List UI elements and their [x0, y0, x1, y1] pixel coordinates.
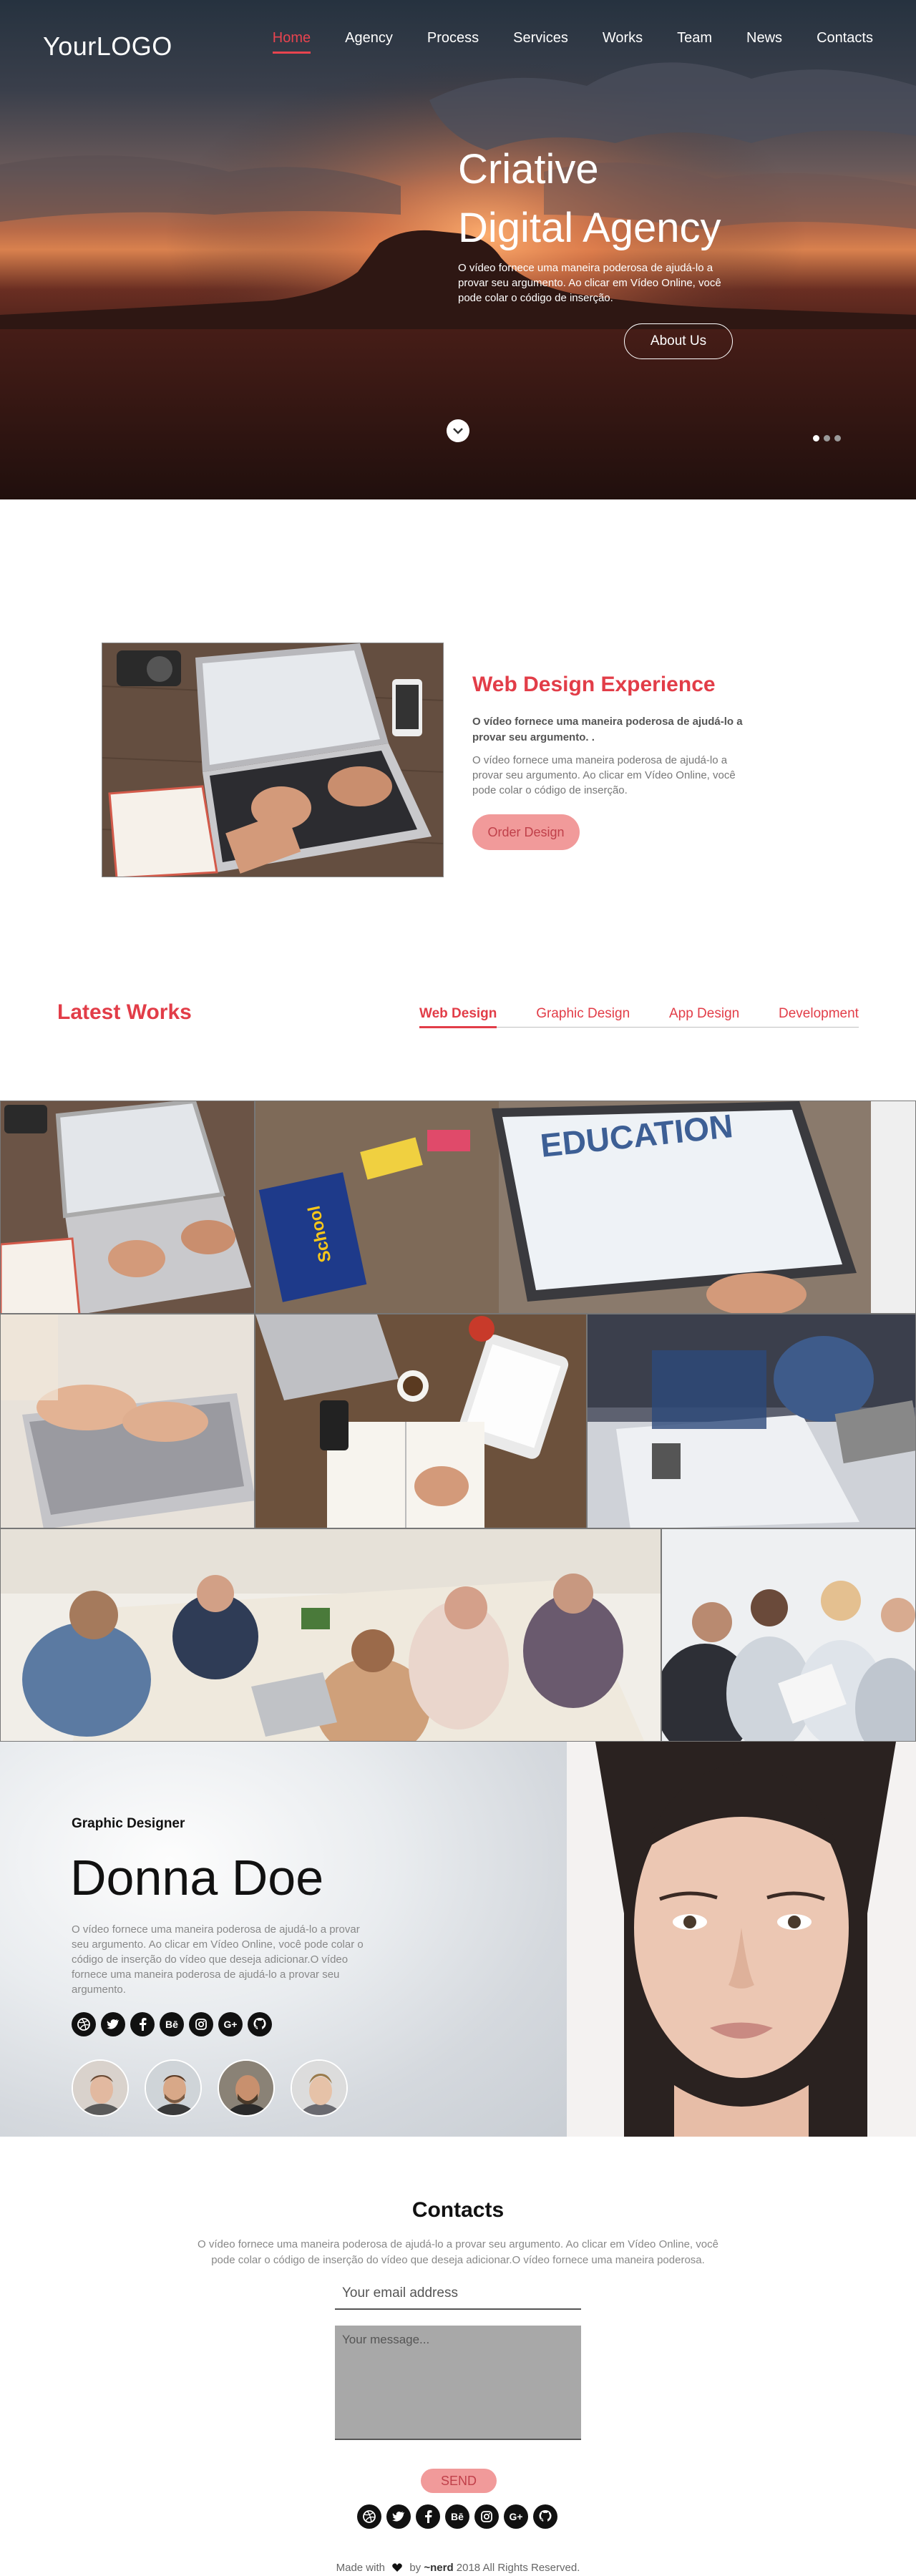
instagram-icon[interactable] — [189, 2012, 213, 2036]
about-us-button[interactable]: About Us — [624, 323, 733, 359]
behance-icon[interactable]: Bē — [445, 2504, 469, 2529]
works-title: Latest Works — [57, 1000, 192, 1024]
slider-dot-2[interactable] — [824, 435, 830, 441]
contacts-title: Contacts — [411, 2198, 505, 2222]
slider-dot-1[interactable] — [813, 435, 819, 441]
footer-credits: Made with by ~nerd 2018 All Rights Reser… — [0, 2562, 916, 2574]
laptop-photo — [102, 643, 444, 877]
twitter-icon[interactable] — [386, 2504, 411, 2529]
work-item-education[interactable]: EDUCATION School — [255, 1101, 916, 1314]
profile-role: Graphic Designer — [72, 1816, 185, 1831]
hero-title-line1: Criative — [458, 146, 599, 192]
dribbble-icon[interactable] — [72, 2012, 96, 2036]
profile-bio: O vídeo fornece uma maneira poderosa de … — [72, 1923, 364, 1996]
work-item-team-meeting[interactable] — [0, 1528, 661, 1742]
work-item-typing[interactable] — [0, 1314, 255, 1528]
nav-item-works[interactable]: Works — [603, 27, 643, 54]
nav-item-contacts[interactable]: Contacts — [817, 27, 873, 54]
main-nav: Home Agency Process Services Works Team … — [238, 27, 873, 54]
tab-graphic-design[interactable]: Graphic Design — [536, 1006, 630, 1027]
dribbble-icon[interactable] — [357, 2504, 381, 2529]
footer-by: by — [409, 2562, 422, 2574]
twitter-icon[interactable] — [101, 2012, 125, 2036]
nav-item-news[interactable]: News — [746, 27, 782, 54]
facebook-icon[interactable] — [416, 2504, 440, 2529]
chevron-down-icon — [453, 428, 463, 434]
hero-title-line2: Digital Agency — [458, 205, 721, 251]
avatar[interactable] — [291, 2059, 348, 2117]
work-item-laptop[interactable] — [0, 1101, 255, 1314]
tab-development[interactable]: Development — [779, 1006, 859, 1027]
message-field[interactable] — [335, 2326, 581, 2440]
google-plus-icon[interactable]: G+ — [504, 2504, 528, 2529]
work-item-business-team[interactable] — [661, 1528, 916, 1742]
team-avatars — [72, 2059, 348, 2117]
profile-social-links: Bē G+ — [72, 2012, 272, 2036]
hero-title: Criative Digital Agency — [458, 140, 721, 258]
work-item-notebook[interactable] — [255, 1314, 587, 1528]
contacts-text: O vídeo fornece uma maneira poderosa de … — [198, 2238, 718, 2266]
footer-author[interactable]: ~nerd — [424, 2562, 453, 2574]
avatar[interactable] — [218, 2059, 275, 2117]
nav-item-process[interactable]: Process — [427, 27, 479, 54]
profile-name: Donna Doe — [70, 1850, 324, 1906]
nav-item-home[interactable]: Home — [272, 27, 311, 54]
nav-item-agency[interactable]: Agency — [345, 27, 393, 54]
experience-subtitle: O vídeo fornece uma maneira poderosa de … — [472, 716, 743, 743]
work-item-office-desk[interactable] — [587, 1314, 916, 1528]
nav-item-team[interactable]: Team — [677, 27, 712, 54]
heart-icon — [392, 2563, 402, 2572]
email-field[interactable] — [335, 2278, 581, 2310]
works-tabs: Web Design Graphic Design App Design Dev… — [419, 1006, 859, 1028]
facebook-icon[interactable] — [130, 2012, 155, 2036]
experience-text: O vídeo fornece uma maneira poderosa de … — [472, 754, 736, 796]
slider-dot-3[interactable] — [834, 435, 841, 441]
tab-app-design[interactable]: App Design — [669, 1006, 739, 1027]
slider-dots — [813, 435, 841, 441]
github-icon[interactable] — [248, 2012, 272, 2036]
order-design-button[interactable]: Order Design — [472, 814, 580, 850]
github-icon[interactable] — [533, 2504, 557, 2529]
avatar[interactable] — [145, 2059, 202, 2117]
footer-rights: 2018 All Rights Reserved. — [456, 2562, 580, 2574]
logo[interactable]: YourLOGO — [43, 31, 172, 62]
hero-text: O vídeo fornece uma maneira poderosa de … — [458, 262, 721, 304]
google-plus-icon[interactable]: G+ — [218, 2012, 243, 2036]
hero-section: YourLOGO Home Agency Process Services Wo… — [0, 0, 916, 499]
tab-web-design[interactable]: Web Design — [419, 1006, 497, 1028]
send-button[interactable]: SEND — [421, 2469, 497, 2493]
profile-portrait-photo — [567, 1742, 916, 2137]
experience-title: Web Design Experience — [472, 673, 716, 696]
behance-icon[interactable]: Bē — [160, 2012, 184, 2036]
nav-item-services[interactable]: Services — [513, 27, 568, 54]
avatar[interactable] — [72, 2059, 129, 2117]
footer-social-links: Bē G+ — [357, 2504, 557, 2529]
scroll-down-button[interactable] — [447, 419, 469, 442]
instagram-icon[interactable] — [474, 2504, 499, 2529]
footer-made-with: Made with — [336, 2562, 385, 2574]
